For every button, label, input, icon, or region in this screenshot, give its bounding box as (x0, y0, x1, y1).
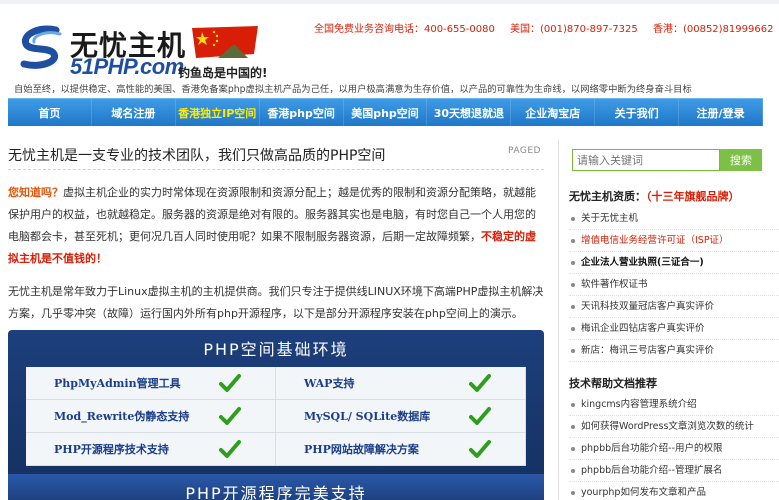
open-source-title: PHP开源程序完美支持 (185, 484, 367, 500)
feature-cell: PHP网站故障解决方案 (276, 433, 526, 466)
logo-en-text: 51PHP.com (70, 54, 184, 79)
nav-taobao[interactable]: 企业淘宝店 (511, 99, 596, 126)
doc-link[interactable]: kingcms内容管理系统介绍 (569, 394, 779, 416)
check-icon (219, 440, 241, 458)
check-icon (469, 440, 491, 458)
nav-hk-php[interactable]: 香港php空间 (260, 99, 344, 126)
nav-us-php[interactable]: 美国php空间 (344, 99, 428, 126)
qual-link[interactable]: 新店：梅讯三号店客户真实评价 (569, 340, 779, 362)
qual-link[interactable]: 增值电信业务经营许可证（ISP证） (569, 230, 779, 252)
feature-label: PHP开源程序技术支持 (54, 443, 169, 456)
docs-heading: 技术帮助文档推荐 (569, 377, 657, 390)
feature-label: Mod_Rewrite伪静态支持 (54, 410, 190, 423)
check-icon (469, 374, 491, 392)
feature-cell: PHP开源程序技术支持 (26, 433, 276, 466)
feature-cell: MySQL/ SQLite数据库 (276, 400, 526, 433)
hotline-hk: 香港：(00852)81999662 (652, 24, 774, 35)
qual-link[interactable]: 软件著作权证书 (569, 274, 779, 296)
intro-lead: 您知道吗？ (8, 186, 63, 199)
intro-paragraph: 您知道吗？虚拟主机企业的实力时常体现在资源限制和资源分配上；越是优秀的限制和资源… (8, 182, 544, 270)
check-icon (219, 374, 241, 392)
china-flag-icon (192, 26, 258, 58)
company-paragraph: 无忧主机是常年致力于Linux虚拟主机的主机提供商。我们只专注于提供线LINUX… (8, 285, 544, 320)
nav-home[interactable]: 首页 (8, 99, 92, 126)
hotline-cn: 全国免费业务咨询电话：400-655-0080 (314, 24, 495, 35)
qual-link[interactable]: 梅讯企业四钻店客户真实评价 (569, 318, 779, 340)
logo-swoosh-icon (20, 25, 62, 69)
php-env-title: PHP空间基础环境 (203, 340, 349, 359)
doc-link[interactable]: yourphp如何发布文章和产品 (569, 482, 779, 500)
qual-link[interactable]: 天讯科技双量冠店客户真实评价 (569, 296, 779, 318)
feature-label: MySQL/ SQLite数据库 (304, 410, 431, 423)
feature-cell: WAP支持 (276, 367, 526, 400)
doc-link[interactable]: phpbb后台功能介绍--用户的权限 (569, 438, 779, 460)
check-icon (469, 407, 491, 425)
sidebar: 搜索 无忧主机资质：（十三年旗舰品牌） 关于无忧主机 增值电信业务经营许可证（I… (558, 140, 779, 500)
check-icon (219, 407, 241, 425)
nav-about[interactable]: 关于我们 (595, 99, 680, 126)
doc-link[interactable]: phpbb后台功能介绍--管理扩展名 (569, 460, 779, 482)
feature-grid: PhpMyAdmin管理工具 WAP支持 Mod_Rewrite伪静态支持 My… (26, 367, 526, 466)
search-input[interactable] (572, 149, 720, 171)
nav-refund[interactable]: 30天想退就退 (427, 99, 512, 126)
qualifications-heading: 无忧主机资质：（十三年旗舰品牌） (569, 188, 740, 204)
paged-label: PAGED (508, 146, 541, 156)
title-divider (8, 169, 544, 170)
nav-hk-ip[interactable]: 香港独立IP空间 (176, 99, 260, 126)
docs-list: kingcms内容管理系统介绍 如何获得WordPress文章浏览次数的统计 p… (569, 394, 779, 500)
qualifications-highlight: （十三年旗舰品牌） (646, 190, 740, 203)
article-title: 无忧主机是一支专业的技术团队，我们只做高品质的PHP空间 (8, 148, 386, 164)
nav-login[interactable]: 注册/登录 (679, 99, 764, 126)
feature-cell: PhpMyAdmin管理工具 (26, 367, 276, 400)
logo-slogan: 钓鱼岛是中国的! (178, 66, 268, 80)
doc-link[interactable]: 如何获得WordPress文章浏览次数的统计 (569, 416, 779, 438)
site-tagline: 自始至终，以提供稳定、高性能的美国、香港免备案php虚拟主机产品为己任，以用户极… (14, 84, 692, 95)
hotline-us: 美国：(001)870-897-7325 (510, 24, 638, 35)
search-button[interactable]: 搜索 (720, 149, 762, 171)
feature-label: WAP支持 (304, 377, 355, 390)
site-logo[interactable]: 无忧主机 51PHP.com 钓鱼岛是中国的! (16, 22, 267, 80)
feature-label: PHP网站故障解决方案 (304, 443, 419, 456)
feature-cell: Mod_Rewrite伪静态支持 (26, 400, 276, 433)
qual-link[interactable]: 关于无忧主机 (569, 208, 779, 230)
open-source-board: PHP开源程序完美支持 (8, 474, 544, 500)
qualifications-title: 无忧主机资质： (569, 190, 646, 203)
top-strip (0, 0, 779, 4)
qualifications-list: 关于无忧主机 增值电信业务经营许可证（ISP证） 企业法人营业执照(三证合一) … (569, 208, 779, 362)
feature-label: PhpMyAdmin管理工具 (54, 377, 181, 390)
main-nav: 首页 域名注册 香港独立IP空间 香港php空间 美国php空间 30天想退就退… (8, 98, 764, 126)
hotline-bar: 全国免费业务咨询电话：400-655-0080 美国：(001)870-897-… (314, 20, 779, 35)
intro-body: 虚拟主机企业的实力时常体现在资源限制和资源分配上；越是优秀的限制和资源分配策略，… (8, 186, 536, 243)
nav-domain[interactable]: 域名注册 (92, 99, 176, 126)
qual-link[interactable]: 企业法人营业执照(三证合一) (569, 252, 779, 274)
